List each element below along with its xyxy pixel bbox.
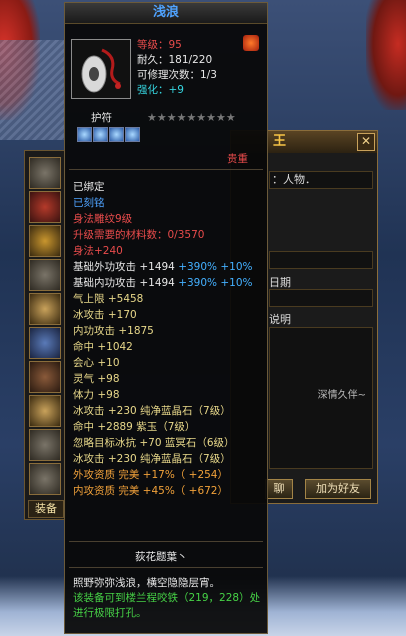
close-button[interactable]: ✕ — [357, 133, 375, 151]
item-maker: 荻花题葉丶 — [135, 551, 188, 563]
rarity-gem-icon — [243, 35, 259, 51]
divider — [69, 567, 263, 568]
socket-gem-icon-3 — [109, 127, 124, 142]
star-rating-icons: ★★★★★★★★★ — [147, 111, 236, 124]
stat-line: 体力 +98 — [73, 389, 120, 401]
desc-box: 深情久伴~ — [269, 327, 373, 469]
socket-gem-icon-1 — [77, 127, 92, 142]
socket-gem-icon-2 — [93, 127, 108, 142]
item-icon — [71, 39, 131, 99]
stat-bonus: +390% — [178, 277, 218, 289]
date-label: 日期 — [269, 276, 291, 289]
equipment-slots-bar — [24, 150, 66, 520]
stat-line: 气上限 +5458 — [73, 293, 144, 305]
equip-slot-3[interactable] — [29, 225, 61, 257]
item-enhance: 强化：+9 — [137, 82, 184, 97]
item-durability: 耐久：181/220 — [137, 54, 213, 66]
stat-line: 冰攻击 +170 — [73, 309, 137, 321]
equip-slot-10[interactable] — [29, 463, 61, 495]
stat-bonus: +390% — [178, 261, 218, 273]
gem-stat-line: 忽略目标冰抗 +70 蓝冥石（6级） — [73, 437, 235, 449]
add-friend-button[interactable]: 加为好友 — [305, 479, 371, 499]
empty-field-1 — [269, 251, 373, 269]
gem-stat-line: 冰攻击 +230 纯净蓝晶石（7级） — [73, 405, 231, 417]
stat-line: 命中 +1042 — [73, 341, 133, 353]
stat-line: 会心 +10 — [73, 357, 120, 369]
item-description: 照野弥弥浅浪，横空隐隐层宵。 — [73, 577, 220, 589]
equip-slot-2[interactable] — [29, 191, 61, 223]
aptitude-line: 外攻资质 完美 +17%（ +254） — [73, 469, 228, 481]
stat-line: 基础内功攻击 +1494 +390% +10% — [73, 275, 253, 290]
stat-line: 已刻铭 — [73, 197, 105, 209]
equip-slot-5[interactable] — [29, 293, 61, 325]
gem-stat-line: 冰攻击 +230 纯净蓝晶石（7级） — [73, 453, 231, 465]
signature-text: 深情久伴~ — [317, 390, 366, 401]
stat-line: 基础外功攻击 +1494 +390% +10% — [73, 259, 253, 274]
equip-slot-8[interactable] — [29, 395, 61, 427]
equip-slot-7[interactable] — [29, 361, 61, 393]
chat-button[interactable]: 聊 — [265, 479, 293, 499]
stat-bonus-2: +10% — [220, 277, 253, 289]
enhance-value: +9 — [168, 84, 184, 96]
lantern-decoration-right — [366, 0, 406, 110]
item-repair-count: 可修理次数：1/3 — [137, 69, 217, 81]
stat-line: 升级需要的材料数：0/3570 — [73, 229, 205, 241]
stat-line: 身法+240 — [73, 245, 123, 257]
stat-line: 灵气 +98 — [73, 373, 120, 385]
panel-title: 王 — [273, 134, 287, 149]
enhance-label: 强化： — [137, 84, 169, 96]
item-name: 浅浪 — [65, 3, 267, 24]
stat-line: 已绑定 — [73, 181, 105, 193]
info-field: ：人物． — [269, 171, 373, 189]
building-roof — [0, 40, 66, 140]
item-hint: 该装备可到楼兰程咬铁（219，228）处进行极限打孔。 — [73, 592, 261, 619]
date-field — [269, 289, 373, 307]
socket-gem-icon-4 — [125, 127, 140, 142]
divider — [69, 541, 263, 542]
desc-label: 说明 — [269, 313, 291, 326]
equipment-tab[interactable]: 装备 — [28, 500, 64, 518]
rarity-label: 贵重 — [227, 153, 248, 165]
item-level: 等级：95 — [137, 39, 182, 51]
equip-slot-9[interactable] — [29, 429, 61, 461]
equip-slot-6[interactable] — [29, 327, 61, 359]
aptitude-line: 内攻资质 完美 +45%（ +672） — [73, 485, 228, 497]
stat-bonus-2: +10% — [220, 261, 253, 273]
equip-slot-1[interactable] — [29, 157, 61, 189]
stat-line: 内功攻击 +1875 — [73, 325, 154, 337]
stat-text: 基础外功攻击 +1494 — [73, 261, 175, 273]
gem-stat-line: 命中 +2889 紫玉（7级） — [73, 421, 196, 433]
divider — [69, 169, 263, 170]
charm-label: 护符 — [91, 112, 112, 124]
stat-line: 身法雕纹9级 — [73, 213, 133, 225]
stat-text: 基础内功攻击 +1494 — [73, 277, 175, 289]
equip-slot-4[interactable] — [29, 259, 61, 291]
item-tooltip: 浅浪 等级：95 耐久：181/220 可修理次数：1/3 强化：+9 护符 ★… — [64, 2, 268, 634]
